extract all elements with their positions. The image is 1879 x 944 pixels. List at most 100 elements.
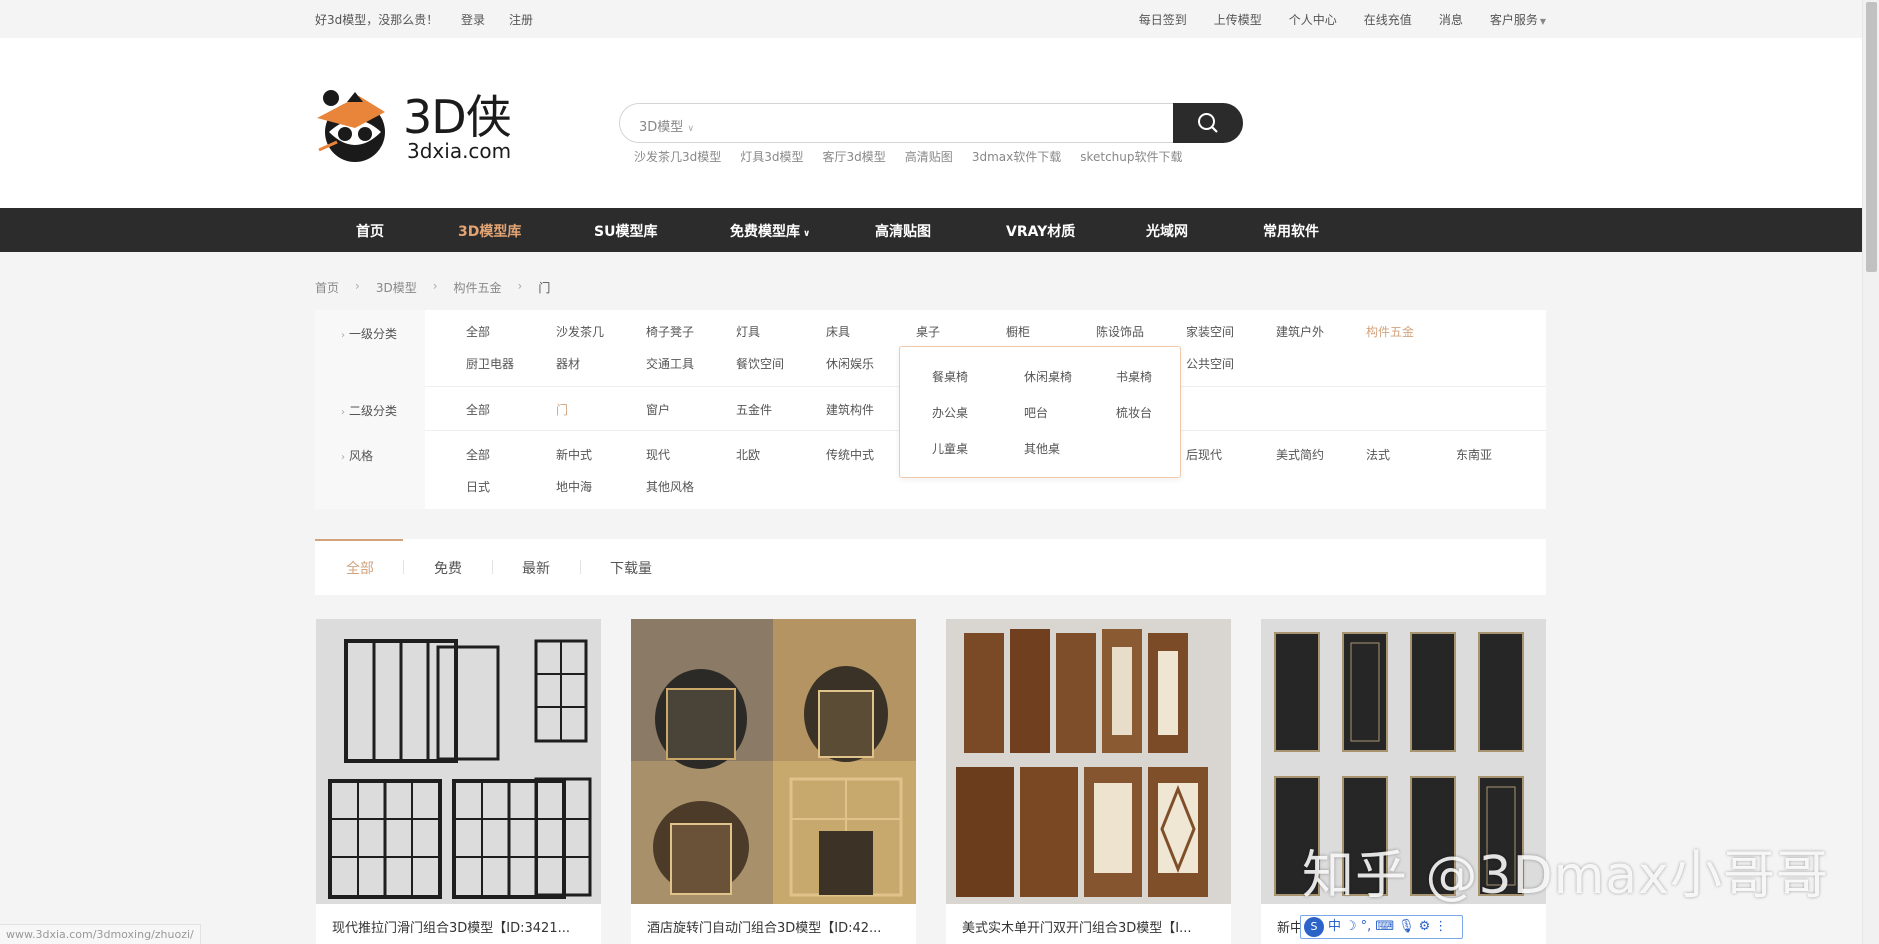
keyboard-icon[interactable]: ⌨	[1375, 917, 1394, 937]
hotword-link[interactable]: 3dmax软件下载	[972, 148, 1061, 165]
hotword-link[interactable]: 沙发茶几3d模型	[634, 148, 721, 165]
model-thumbnail[interactable]	[946, 619, 1231, 904]
filter-option[interactable]: 现代	[646, 446, 670, 463]
recharge-link[interactable]: 在线充值	[1364, 11, 1412, 28]
login-link[interactable]: 登录	[461, 11, 485, 28]
model-card[interactable]: 现代推拉门滑门组合3D模型【ID:3421...	[316, 619, 601, 944]
dropdown-item[interactable]: 办公桌	[932, 404, 968, 421]
filter-option-active[interactable]: 门	[556, 401, 568, 418]
status-bar-url: www.3dxia.com/3dmoxing/zhuozi/	[0, 924, 201, 944]
filter-option-active[interactable]: 构件五金	[1366, 323, 1414, 340]
nav-vray-materials[interactable]: VRAY材质	[1006, 221, 1075, 241]
filter-option[interactable]: 桌子	[916, 323, 940, 340]
daily-checkin-link[interactable]: 每日签到	[1139, 11, 1187, 28]
search-button[interactable]	[1173, 103, 1243, 143]
punctuation-icon[interactable]: °,	[1361, 917, 1372, 937]
nav-ies-lights[interactable]: 光域网	[1146, 221, 1188, 241]
ime-mode-toggle[interactable]: 中	[1328, 917, 1341, 937]
filter-option[interactable]: 沙发茶几	[556, 323, 604, 340]
filter-option[interactable]: 建筑户外	[1276, 323, 1324, 340]
model-image	[946, 619, 1231, 904]
chevron-right-icon: ›	[341, 407, 345, 418]
search-box[interactable]: 3D模型 ∨	[619, 103, 1243, 143]
model-image	[316, 619, 601, 904]
filter-option[interactable]: 后现代	[1186, 446, 1222, 463]
tab-downloads[interactable]: 下载量	[610, 558, 652, 578]
tab-newest[interactable]: 最新	[522, 558, 550, 578]
nav-software[interactable]: 常用软件	[1263, 221, 1319, 241]
breadcrumb-current: 门	[538, 281, 551, 295]
filter-option[interactable]: 窗户	[646, 401, 670, 418]
filter-option[interactable]: 灯具	[736, 323, 760, 340]
model-title[interactable]: 酒店旋转门自动门组合3D模型【ID:42...	[647, 917, 902, 936]
ime-toolbar[interactable]: S 中 ☽ °, ⌨ 🎙 ⚙ ⋮	[1300, 915, 1463, 939]
nav-home[interactable]: 首页	[356, 221, 384, 241]
filter-option[interactable]: 交通工具	[646, 355, 694, 372]
filter-option[interactable]: 五金件	[736, 401, 772, 418]
nav-3d-models[interactable]: 3D模型库	[458, 221, 521, 241]
dropdown-item[interactable]: 其他桌	[1024, 440, 1060, 457]
page-scrollbar[interactable]	[1862, 0, 1879, 944]
site-logo[interactable]: 3D侠 3dxia.com	[315, 88, 515, 168]
dropdown-item[interactable]: 休闲桌椅	[1024, 368, 1072, 385]
dropdown-item[interactable]: 儿童桌	[932, 440, 968, 457]
filter-option[interactable]: 橱柜	[1006, 323, 1030, 340]
hotword-link[interactable]: 高清贴图	[905, 148, 953, 165]
tab-all[interactable]: 全部	[346, 558, 374, 578]
nav-free-models[interactable]: 免费模型库 ∨	[730, 221, 810, 241]
breadcrumb-hardware[interactable]: 构件五金	[454, 279, 502, 296]
breadcrumb-home[interactable]: 首页	[315, 279, 339, 296]
filter-option[interactable]: 家装空间	[1186, 323, 1234, 340]
filter-option[interactable]: 厨卫电器	[466, 355, 514, 372]
tab-free[interactable]: 免费	[434, 558, 462, 578]
model-thumbnail[interactable]	[316, 619, 601, 904]
dropdown-item[interactable]: 吧台	[1024, 404, 1048, 421]
dropdown-item[interactable]: 书桌椅	[1116, 368, 1152, 385]
moon-icon[interactable]: ☽	[1345, 917, 1357, 937]
upload-model-link[interactable]: 上传模型	[1214, 11, 1262, 28]
register-link[interactable]: 注册	[509, 11, 533, 28]
grid-icon[interactable]: ⋮	[1434, 917, 1447, 937]
filter-option[interactable]: 其他风格	[646, 478, 694, 495]
model-card[interactable]: 酒店旋转门自动门组合3D模型【ID:42...	[631, 619, 916, 944]
filter-option[interactable]: 床具	[826, 323, 850, 340]
filter-option[interactable]: 东南亚	[1456, 446, 1492, 463]
filter-option[interactable]: 地中海	[556, 478, 592, 495]
search-icon	[1198, 113, 1218, 133]
filter-option[interactable]: 公共空间	[1186, 355, 1234, 372]
filter-option[interactable]: 全部	[466, 446, 490, 463]
customer-service-link[interactable]: 客户服务 ▼	[1490, 11, 1546, 28]
filter-option[interactable]: 日式	[466, 478, 490, 495]
hotword-link[interactable]: 灯具3d模型	[740, 148, 803, 165]
dropdown-item[interactable]: 餐桌椅	[932, 368, 968, 385]
filter-option[interactable]: 餐饮空间	[736, 355, 784, 372]
filter-option[interactable]: 建筑构件	[826, 401, 874, 418]
microphone-icon[interactable]: 🎙	[1398, 917, 1415, 937]
messages-link[interactable]: 消息	[1439, 11, 1463, 28]
filter-option[interactable]: 北欧	[736, 446, 760, 463]
filter-option[interactable]: 陈设饰品	[1096, 323, 1144, 340]
user-center-link[interactable]: 个人中心	[1289, 11, 1337, 28]
scrollbar-thumb[interactable]	[1866, 2, 1877, 272]
filter-option[interactable]: 新中式	[556, 446, 592, 463]
model-thumbnail[interactable]	[631, 619, 916, 904]
filter-option[interactable]: 传统中式	[826, 446, 874, 463]
filter-option[interactable]: 休闲娱乐	[826, 355, 874, 372]
dropdown-item[interactable]: 梳妆台	[1116, 404, 1152, 421]
filter-option[interactable]: 器材	[556, 355, 580, 372]
filter-option[interactable]: 全部	[466, 323, 490, 340]
filter-option[interactable]: 椅子凳子	[646, 323, 694, 340]
model-card[interactable]: 美式实木单开门双开门组合3D模型【I...	[946, 619, 1231, 944]
breadcrumb-3d-models[interactable]: 3D模型	[376, 279, 417, 296]
nav-textures[interactable]: 高清贴图	[875, 221, 931, 241]
hotword-link[interactable]: sketchup软件下载	[1080, 148, 1182, 165]
model-title[interactable]: 现代推拉门滑门组合3D模型【ID:3421...	[332, 917, 587, 936]
nav-su-models[interactable]: SU模型库	[594, 221, 657, 241]
search-category-select[interactable]: 3D模型 ∨	[639, 116, 694, 135]
filter-option[interactable]: 全部	[466, 401, 490, 418]
gear-icon[interactable]: ⚙	[1419, 917, 1431, 937]
model-title[interactable]: 美式实木单开门双开门组合3D模型【I...	[962, 917, 1217, 936]
filter-option[interactable]: 美式简约	[1276, 446, 1324, 463]
hotword-link[interactable]: 客厅3d模型	[823, 148, 886, 165]
filter-option[interactable]: 法式	[1366, 446, 1390, 463]
